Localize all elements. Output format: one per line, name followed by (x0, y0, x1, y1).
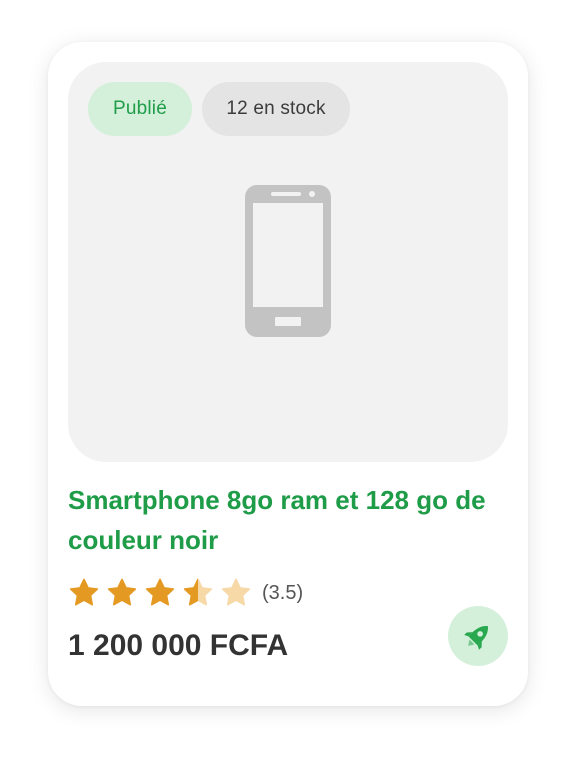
star-icon (145, 578, 175, 606)
status-badge: Publié (88, 82, 192, 136)
rating-value: (3.5) (262, 581, 304, 604)
star-icon (107, 578, 137, 606)
smartphone-icon (245, 185, 331, 337)
product-title[interactable]: Smartphone 8go ram et 128 go de couleur … (68, 480, 516, 560)
star-icon (69, 578, 99, 606)
star-half-icon (183, 578, 213, 606)
product-card[interactable]: Publié 12 en stock Smartphone 8go ram et… (48, 42, 528, 706)
rocket-icon (464, 626, 488, 650)
boost-button[interactable] (448, 606, 508, 666)
product-image-area[interactable]: Publié 12 en stock (68, 62, 508, 462)
star-empty-icon (221, 578, 251, 606)
product-price: 1 200 000 FCFA (68, 629, 289, 662)
stock-badge: 12 en stock (202, 82, 350, 136)
rating: (3.5) (68, 575, 303, 611)
